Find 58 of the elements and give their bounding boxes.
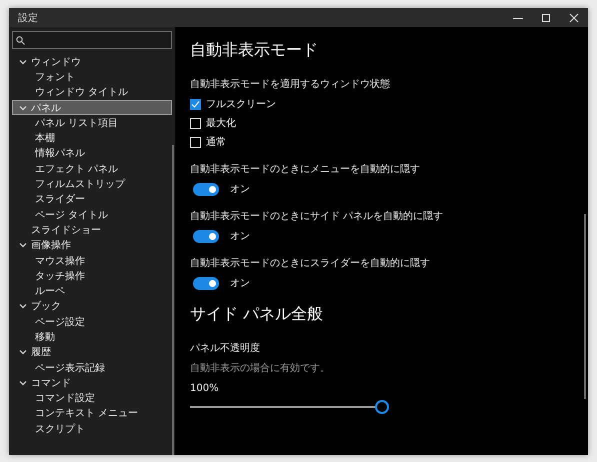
tree-item[interactable]: コマンド設定 <box>12 390 172 406</box>
maximize-icon <box>541 12 551 22</box>
tree-item[interactable]: エフェクト パネル <box>12 161 172 176</box>
checkbox[interactable] <box>190 98 201 110</box>
section-heading: 自動非表示モード <box>190 40 319 61</box>
tree-item[interactable]: 本棚 <box>12 130 172 146</box>
toggle-state-text: オン <box>230 183 250 196</box>
tree-item[interactable]: コマンド <box>12 375 172 391</box>
tree-item[interactable]: タッチ操作 <box>12 268 172 284</box>
slider-value: 100% <box>190 383 220 394</box>
slider[interactable] <box>190 400 389 414</box>
tree-item[interactable]: フォント <box>12 69 172 85</box>
tree-item[interactable]: ウィンドウ <box>12 54 172 70</box>
tree-item[interactable]: コンテキスト メニュー <box>12 406 172 422</box>
toggle-switch[interactable] <box>193 230 219 242</box>
scrollbar[interactable] <box>172 145 174 455</box>
setting-label: 自動非表示モードのときにサイド パネルを自動的に隠す <box>190 210 444 223</box>
setting-label: パネル不透明度 <box>190 342 261 355</box>
section-heading: サイド パネル全般 <box>190 304 324 325</box>
tree-item[interactable]: ウィンドウ タイトル <box>12 84 172 100</box>
checkbox-label: フルスクリーン <box>206 98 276 111</box>
toggle-state-text: オン <box>230 277 250 290</box>
tree-item[interactable]: ページ設定 <box>12 314 172 330</box>
checkbox-label: 通常 <box>206 136 226 149</box>
chevron-icon[interactable] <box>19 241 27 250</box>
tree-item[interactable]: ページ表示記録 <box>12 360 172 376</box>
toggle-switch[interactable] <box>193 182 219 196</box>
setting-label: 自動非表示モードを適用するウィンドウ状態 <box>190 78 391 91</box>
close-icon <box>569 12 579 22</box>
tree-item[interactable]: スライダー <box>12 192 172 207</box>
tree-item[interactable]: パネル <box>12 100 172 116</box>
chevron-icon[interactable] <box>19 378 27 387</box>
setting-label: 自動非表示モードのときにメニューを自動的に隠す <box>190 162 421 176</box>
tree-item[interactable]: スライドショー <box>12 222 172 238</box>
chevron-icon[interactable] <box>19 348 27 356</box>
tree-item[interactable]: フィルムストリップ <box>12 176 172 192</box>
tree-item[interactable]: パネル リスト項目 <box>12 115 172 130</box>
slider-thumb[interactable] <box>375 400 389 414</box>
tree-item[interactable]: マウス操作 <box>12 252 172 268</box>
tree-item[interactable]: 情報パネル <box>12 146 172 162</box>
tree-item[interactable]: ブック <box>12 298 172 314</box>
chevron-icon[interactable] <box>19 58 27 66</box>
window-title: 設定 <box>18 12 39 24</box>
tree-item[interactable]: 画像操作 <box>12 238 172 253</box>
search-field[interactable] <box>12 31 172 49</box>
tree-item[interactable]: ルーペ <box>12 283 172 299</box>
tree-item[interactable]: 移動 <box>12 329 172 345</box>
tree-item[interactable]: 履歴 <box>12 344 172 360</box>
scrollbar[interactable] <box>584 214 586 399</box>
setting-description: 自動非表示の場合に有効です。 <box>190 362 331 375</box>
checkbox-label: 最大化 <box>206 116 236 130</box>
toggle-switch[interactable] <box>193 276 219 290</box>
search-icon <box>16 36 25 44</box>
setting-label: 自動非表示モードのときにスライダーを自動的に隠す <box>190 256 431 270</box>
chevron-icon[interactable] <box>19 302 27 310</box>
tree-item[interactable]: スクリプト <box>12 421 172 436</box>
toggle-state-text: オン <box>230 230 250 243</box>
tree-item[interactable]: ページ タイトル <box>12 206 172 222</box>
